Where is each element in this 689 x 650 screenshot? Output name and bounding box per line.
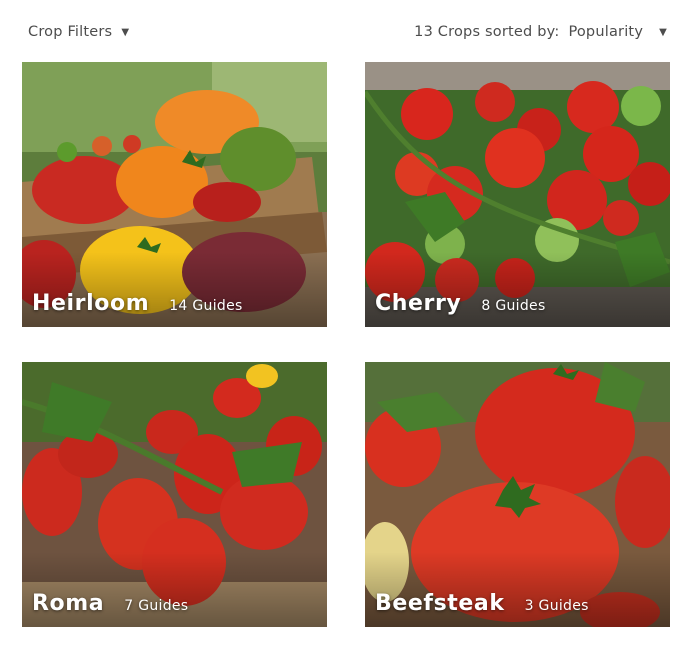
guide-count: 7 Guides [124,598,189,614]
card-caption: Beefsteak 3 Guides [375,591,589,616]
guide-count: 8 Guides [481,298,546,314]
guide-count: 14 Guides [169,298,243,314]
toolbar: Crop Filters ▼ 13 Crops sorted by: Popul… [0,0,689,62]
card-caption: Cherry 8 Guides [375,291,546,316]
chevron-down-icon: ▼ [121,26,130,38]
guide-count: 3 Guides [524,598,589,614]
crop-name: Heirloom [32,291,150,316]
crop-filters-label: Crop Filters [28,24,113,40]
crop-name: Cherry [375,291,462,316]
chevron-down-icon: ▼ [659,26,667,38]
card-caption: Heirloom 14 Guides [32,291,243,316]
sort-dropdown[interactable]: Popularity ▼ [568,24,667,40]
crop-name: Beefsteak [375,591,505,616]
crop-filters-dropdown[interactable]: Crop Filters ▼ [28,24,129,40]
crop-card-cherry[interactable]: Cherry 8 Guides [365,62,670,327]
crop-name: Roma [32,591,105,616]
crop-card-beefsteak[interactable]: Beefsteak 3 Guides [365,362,670,627]
sort-control: 13 Crops sorted by: Popularity ▼ [414,24,667,40]
card-caption: Roma 7 Guides [32,591,188,616]
sort-value: Popularity [568,24,644,40]
crop-count-label: 13 Crops sorted by: [414,24,560,40]
crop-card-heirloom[interactable]: Heirloom 14 Guides [22,62,327,327]
crop-card-roma[interactable]: Roma 7 Guides [22,362,327,627]
